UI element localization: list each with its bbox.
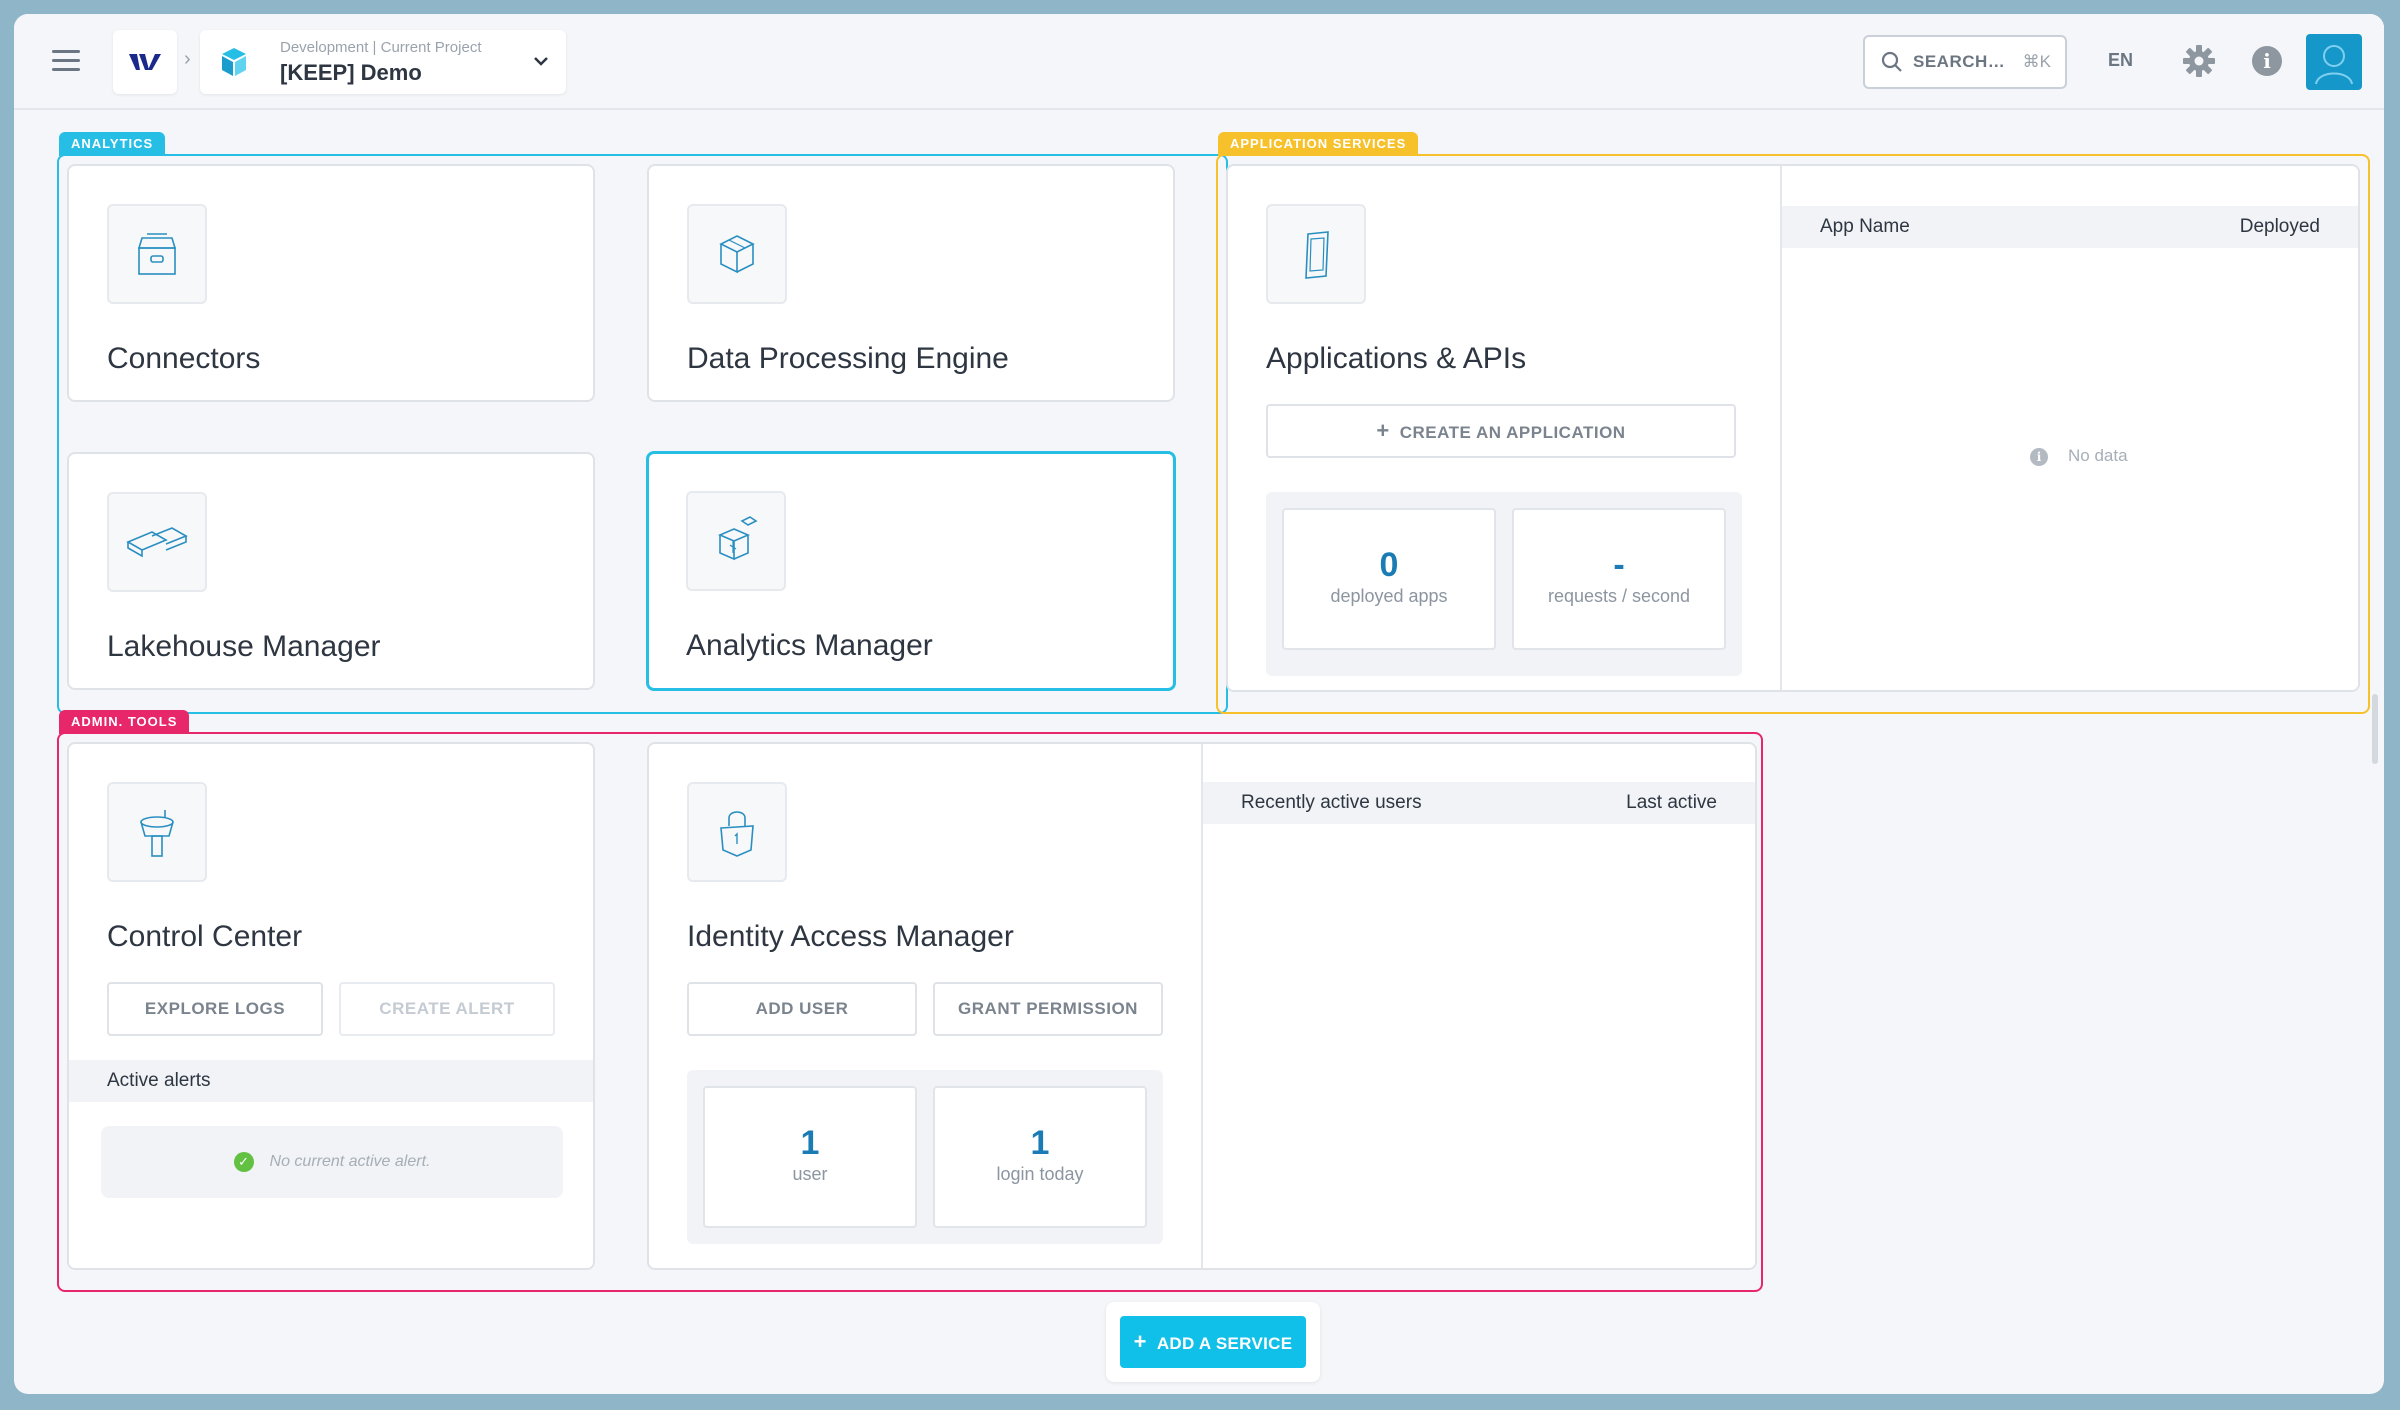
no-alert-text: No current active alert. [269,1153,431,1170]
padlock-icon [687,782,787,882]
explore-logs-button[interactable]: EXPLORE LOGS [107,982,323,1036]
project-environment: Development | Current Project [280,39,482,56]
search-input[interactable]: SEARCH… ⌘K [1863,35,2067,89]
control-tower-icon [107,782,207,882]
active-alerts-header: Active alerts [69,1060,593,1102]
add-service-container: + ADD A SERVICE [1106,1302,1320,1382]
brand-logo-icon [129,54,161,70]
grant-permission-button[interactable]: GRANT PERMISSION [933,982,1163,1036]
identity-access-manager-card: Identity Access Manager ADD USER GRANT P… [647,742,1757,1270]
apps-empty-state: i No data [2030,446,2128,466]
card-title: Data Processing Engine [687,342,1009,375]
plus-icon: + [1133,1329,1147,1354]
add-service-label: ADD A SERVICE [1156,1334,1293,1353]
stat-value: 0 [1379,546,1399,584]
add-user-button[interactable]: ADD USER [687,982,917,1036]
tablet-icon [1266,204,1366,304]
project-name: [KEEP] Demo [280,60,422,85]
stat-label: user [792,1164,828,1184]
apps-table-header: App Name Deployed [1782,206,2358,248]
card-title: Lakehouse Manager [107,630,381,663]
control-center-card: Control Center EXPLORE LOGS CREATE ALERT… [67,742,595,1270]
cube-icon [687,204,787,304]
stat-label: deployed apps [1330,586,1448,606]
iam-stats: 1 user 1 login today [687,1070,1163,1244]
applications-apis-card: Applications & APIs + CREATE AN APPLICATI… [1226,164,2360,692]
analytics-manager-card[interactable]: Analytics Manager [646,451,1176,691]
requests-per-second-stat: - requests / second [1512,508,1726,650]
stat-value: 1 [1030,1124,1050,1162]
stat-label: login today [996,1164,1084,1184]
active-alerts-label: Active alerts [107,1070,211,1091]
no-data-text: No data [2068,446,2128,465]
create-application-button[interactable]: + CREATE AN APPLICATION [1266,404,1736,458]
warehouse-icon [107,492,207,592]
top-bar: › Development | Current Project [KEEP] D… [14,14,2384,110]
language-selector[interactable]: EN [2108,50,2133,71]
search-shortcut: ⌘K [2022,52,2051,71]
logins-today-stat: 1 login today [933,1086,1147,1228]
create-alert-button[interactable]: CREATE ALERT [339,982,555,1036]
deployed-apps-stat: 0 deployed apps [1282,508,1496,650]
analytics-tag: ANALYTICS [59,132,166,156]
info-icon[interactable]: i [2252,46,2282,76]
stat-value: - [1613,546,1625,584]
project-cubes-icon [222,48,246,76]
logo[interactable] [113,30,177,94]
analytics-group: ANALYTICS Connectors Data Processing Eng… [57,132,1228,714]
analytics-cube-icon [686,491,786,591]
stat-value: 1 [800,1124,820,1162]
search-icon [1881,51,1902,72]
card-title: Connectors [107,342,261,375]
connectors-card[interactable]: Connectors [67,164,595,402]
user-icon [2315,45,2353,85]
users-stat: 1 user [703,1086,917,1228]
create-application-label: CREATE AN APPLICATION [1399,423,1626,442]
control-center-title: Control Center [107,920,303,953]
recently-active-users-column: Recently active users [1241,792,1422,813]
no-alert-state: ✓ No current active alert. [101,1126,563,1198]
iam-title: Identity Access Manager [687,920,1014,953]
app-stats: 0 deployed apps - requests / second [1266,492,1742,676]
menu-icon[interactable] [52,50,80,74]
admin-tools-group: ADMIN. TOOLS Control Center EXPLORE LOGS… [57,710,1763,1292]
app-window: › Development | Current Project [KEEP] D… [14,14,2384,1394]
admin-tools-tag: ADMIN. TOOLS [59,710,190,734]
scrollbar[interactable] [2372,694,2378,764]
recent-users-table-header: Recently active users Last active [1203,782,1755,824]
add-service-button[interactable]: + ADD A SERVICE [1120,1316,1306,1368]
info-icon: i [2030,448,2048,466]
gear-icon[interactable] [2182,44,2216,78]
applications-title: Applications & APIs [1266,342,1527,375]
lakehouse-manager-card[interactable]: Lakehouse Manager [67,452,595,690]
avatar[interactable] [2306,34,2362,90]
data-processing-engine-card[interactable]: Data Processing Engine [647,164,1175,402]
stat-label: requests / second [1547,586,1691,606]
application-services-tag: APPLICATION SERVICES [1218,132,1419,156]
application-services-group: APPLICATION SERVICES Applications & APIs… [1216,132,2370,714]
storage-box-icon [107,204,207,304]
plus-icon: + [1376,418,1390,443]
chevron-down-icon [534,57,548,66]
card-title: Analytics Manager [686,629,933,662]
search-placeholder: SEARCH… [1913,52,2006,71]
app-name-column: App Name [1820,216,1910,237]
breadcrumb-chevron-icon: › [184,48,191,70]
project-selector[interactable]: Development | Current Project [KEEP] Dem… [200,30,566,94]
deployed-column: Deployed [2239,216,2320,237]
last-active-column: Last active [1626,792,1717,813]
check-circle-icon: ✓ [233,1152,254,1172]
